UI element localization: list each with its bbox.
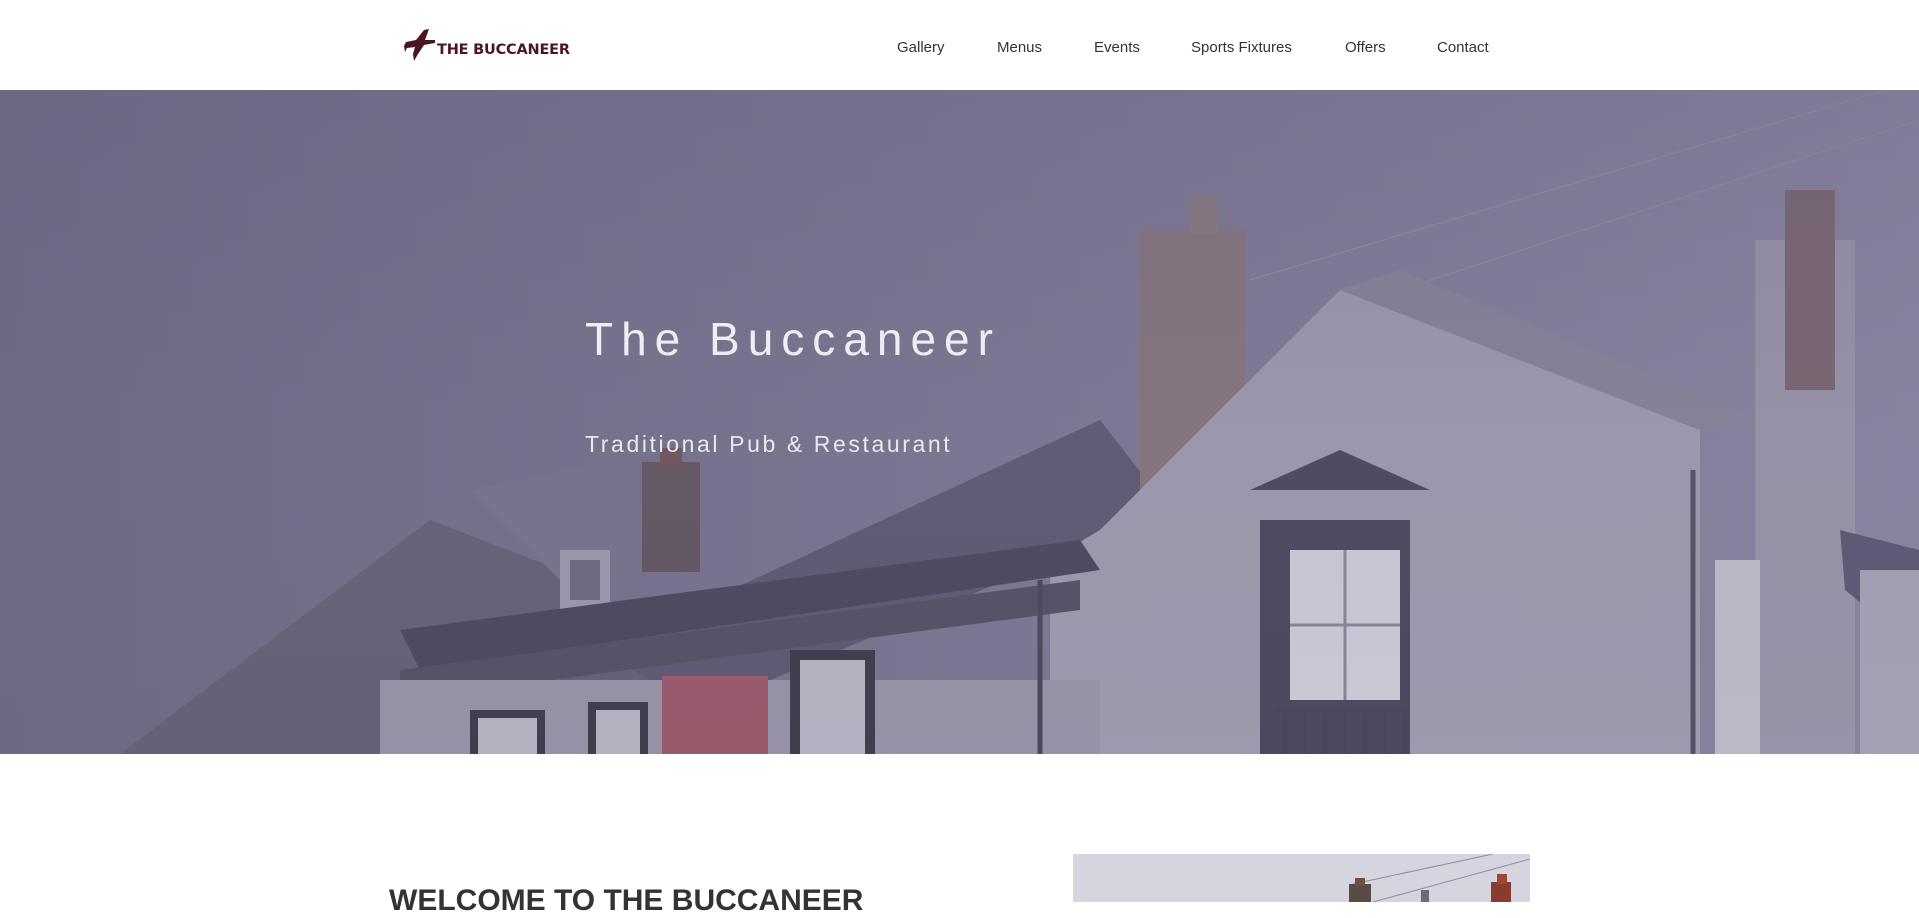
hero-tint-overlay: [0, 90, 1919, 754]
nav-menus[interactable]: Menus: [997, 39, 1042, 56]
nav-offers[interactable]: Offers: [1345, 39, 1386, 56]
welcome-heading: WELCOME TO THE BUCCANEER: [389, 884, 864, 917]
nav-contact[interactable]: Contact: [1437, 39, 1489, 56]
welcome-pub-image: [1073, 854, 1530, 902]
nav-gallery[interactable]: Gallery: [897, 39, 945, 56]
site-header: THE BUCCANEER Gallery Menus Events Sport…: [0, 0, 1919, 90]
hero-subtitle: Traditional Pub & Restaurant: [585, 431, 953, 457]
pub-photo: [1073, 854, 1530, 902]
nav-sports-fixtures[interactable]: Sports Fixtures: [1191, 39, 1292, 56]
hero-banner: The Buccaneer Traditional Pub & Restaura…: [0, 90, 1919, 754]
hero-title: The Buccaneer: [585, 313, 1001, 365]
nav-events[interactable]: Events: [1094, 39, 1140, 56]
main-nav: Gallery Menus Events Sports Fixtures Off…: [0, 39, 1919, 61]
